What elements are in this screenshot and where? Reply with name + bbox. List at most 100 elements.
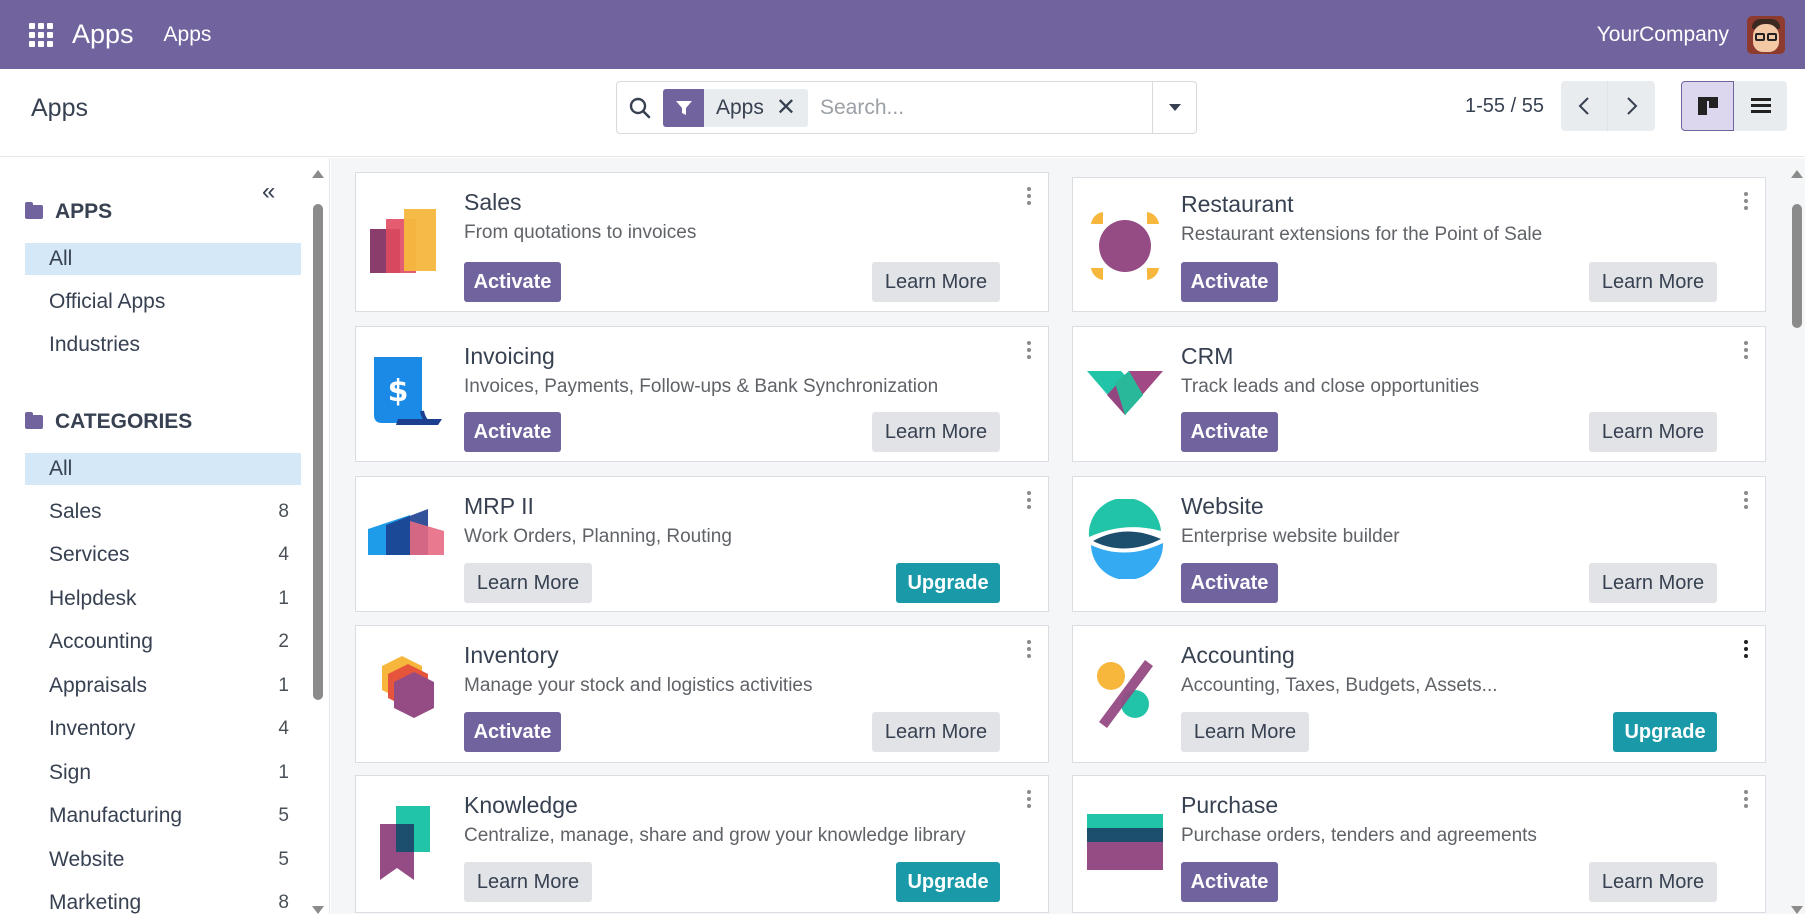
pager-value[interactable]: 1-55 / 55	[1465, 95, 1544, 118]
app-title: Restaurant	[1181, 191, 1294, 217]
app-title: MRP II	[464, 493, 534, 519]
card-menu-icon[interactable]	[1027, 790, 1031, 808]
user-avatar[interactable]	[1747, 15, 1785, 54]
card-menu-icon[interactable]	[1027, 187, 1031, 205]
activate-button[interactable]: Activate	[464, 712, 561, 752]
chevron-left-icon	[1578, 97, 1589, 115]
app-card-crm[interactable]: CRM Track leads and close opportunities …	[1072, 326, 1766, 462]
app-card-accounting[interactable]: Accounting Accounting, Taxes, Budgets, A…	[1072, 625, 1766, 763]
app-subtitle: Track leads and close opportunities	[1181, 376, 1480, 397]
app-card-website[interactable]: Website Enterprise website builder Activ…	[1072, 476, 1766, 612]
app-card-purchase[interactable]: Purchase Purchase orders, tenders and ag…	[1072, 775, 1766, 913]
company-switcher[interactable]: YourCompany	[1597, 23, 1729, 47]
learn-more-button[interactable]: Learn More	[1589, 262, 1717, 302]
app-card-mrp[interactable]: MRP II Work Orders, Planning, Routing Le…	[355, 476, 1049, 612]
kanban-icon	[1697, 97, 1718, 115]
category-label: All	[49, 457, 73, 480]
category-count: 8	[278, 892, 289, 913]
app-card-sales[interactable]: Sales From quotations to invoices Activa…	[355, 172, 1049, 312]
activate-button[interactable]: Activate	[1181, 563, 1278, 603]
menu-apps[interactable]: Apps	[164, 23, 212, 47]
category-label: Services	[49, 543, 130, 566]
card-menu-icon[interactable]	[1027, 640, 1031, 658]
content-scrollbar[interactable]	[1791, 170, 1803, 914]
card-menu-icon[interactable]	[1027, 341, 1031, 359]
pager-previous-button[interactable]	[1561, 81, 1608, 131]
filter-icon	[663, 88, 704, 127]
category-helpdesk[interactable]: Helpdesk 1	[25, 583, 301, 615]
app-card-inventory[interactable]: Inventory Manage your stock and logistic…	[355, 625, 1049, 763]
activate-button[interactable]: Activate	[1181, 412, 1278, 452]
apps-filter-label: Official Apps	[49, 290, 166, 313]
top-navbar: Apps Apps YourCompany	[0, 0, 1805, 69]
category-count: 4	[278, 718, 289, 739]
apps-filter-all[interactable]: All	[25, 243, 301, 275]
learn-more-button[interactable]: Learn More	[872, 412, 1000, 452]
categories-section-heading: CATEGORIES	[25, 410, 192, 434]
learn-more-button[interactable]: Learn More	[1589, 563, 1717, 603]
app-title[interactable]: Apps	[72, 19, 134, 50]
learn-more-button[interactable]: Learn More	[1589, 862, 1717, 902]
upgrade-button[interactable]: Upgrade	[896, 563, 1000, 603]
search-input[interactable]	[807, 87, 1152, 128]
app-switcher-icon[interactable]	[27, 21, 55, 49]
facet-remove-icon[interactable]: ✕	[776, 89, 808, 127]
sidebar-scrollbar[interactable]	[312, 170, 324, 914]
category-inventory[interactable]: Inventory 4	[25, 713, 301, 745]
app-title: Accounting	[1181, 642, 1295, 668]
inventory-icon	[382, 656, 434, 718]
app-title: Inventory	[464, 642, 559, 668]
card-menu-icon[interactable]	[1744, 491, 1748, 509]
collapse-sidebar-icon[interactable]: «	[262, 178, 275, 206]
category-appraisals[interactable]: Appraisals 1	[25, 670, 301, 702]
app-card-invoicing[interactable]: $ Invoicing Invoices, Payments, Follow-u…	[355, 326, 1049, 462]
learn-more-button[interactable]: Learn More	[464, 563, 592, 603]
upgrade-button[interactable]: Upgrade	[1613, 712, 1717, 752]
card-menu-icon[interactable]	[1744, 640, 1748, 658]
control-panel: Apps Apps ✕ 1-55 / 55	[0, 69, 1805, 157]
category-sign[interactable]: Sign 1	[25, 757, 301, 789]
card-menu-icon[interactable]	[1744, 341, 1748, 359]
search-options-toggle[interactable]	[1152, 82, 1196, 133]
facet-label: Apps	[716, 95, 764, 119]
category-services[interactable]: Services 4	[25, 539, 301, 571]
category-sales[interactable]: Sales 8	[25, 496, 301, 528]
app-card-restaurant[interactable]: Restaurant Restaurant extensions for the…	[1072, 177, 1766, 312]
card-menu-icon[interactable]	[1744, 790, 1748, 808]
folder-icon	[25, 202, 43, 219]
upgrade-button[interactable]: Upgrade	[896, 862, 1000, 902]
category-count: 2	[278, 631, 289, 652]
apps-filter-official[interactable]: Official Apps	[25, 286, 301, 318]
apps-section-heading: APPS	[25, 200, 112, 224]
activate-button[interactable]: Activate	[1181, 262, 1278, 302]
category-all[interactable]: All	[25, 453, 301, 485]
learn-more-button[interactable]: Learn More	[872, 262, 1000, 302]
card-menu-icon[interactable]	[1027, 491, 1031, 509]
category-marketing[interactable]: Marketing 8	[25, 887, 301, 914]
apps-filter-label: All	[49, 247, 73, 270]
search-icon[interactable]	[617, 82, 663, 133]
app-subtitle: Work Orders, Planning, Routing	[464, 526, 732, 547]
card-menu-icon[interactable]	[1744, 192, 1748, 210]
list-view-button[interactable]	[1734, 81, 1787, 131]
activate-button[interactable]: Activate	[1181, 862, 1278, 902]
category-manufacturing[interactable]: Manufacturing 5	[25, 800, 301, 832]
kanban-view-button[interactable]	[1681, 81, 1734, 131]
category-accounting[interactable]: Accounting 2	[25, 626, 301, 658]
learn-more-button[interactable]: Learn More	[464, 862, 592, 902]
learn-more-button[interactable]: Learn More	[1589, 412, 1717, 452]
learn-more-button[interactable]: Learn More	[1181, 712, 1309, 752]
app-card-knowledge[interactable]: Knowledge Centralize, manage, share and …	[355, 775, 1049, 913]
activate-button[interactable]: Activate	[464, 412, 561, 452]
learn-more-button[interactable]: Learn More	[872, 712, 1000, 752]
category-count: 1	[278, 588, 289, 609]
category-website[interactable]: Website 5	[25, 844, 301, 876]
category-count: 8	[278, 501, 289, 522]
search-facet: Apps ✕	[663, 88, 808, 127]
apps-filter-industries[interactable]: Industries	[25, 329, 301, 361]
pager-next-button[interactable]	[1608, 81, 1655, 131]
activate-button[interactable]: Activate	[464, 262, 561, 302]
categories-heading-label: CATEGORIES	[55, 410, 193, 433]
category-label: Inventory	[49, 717, 136, 740]
folder-icon	[25, 412, 43, 429]
